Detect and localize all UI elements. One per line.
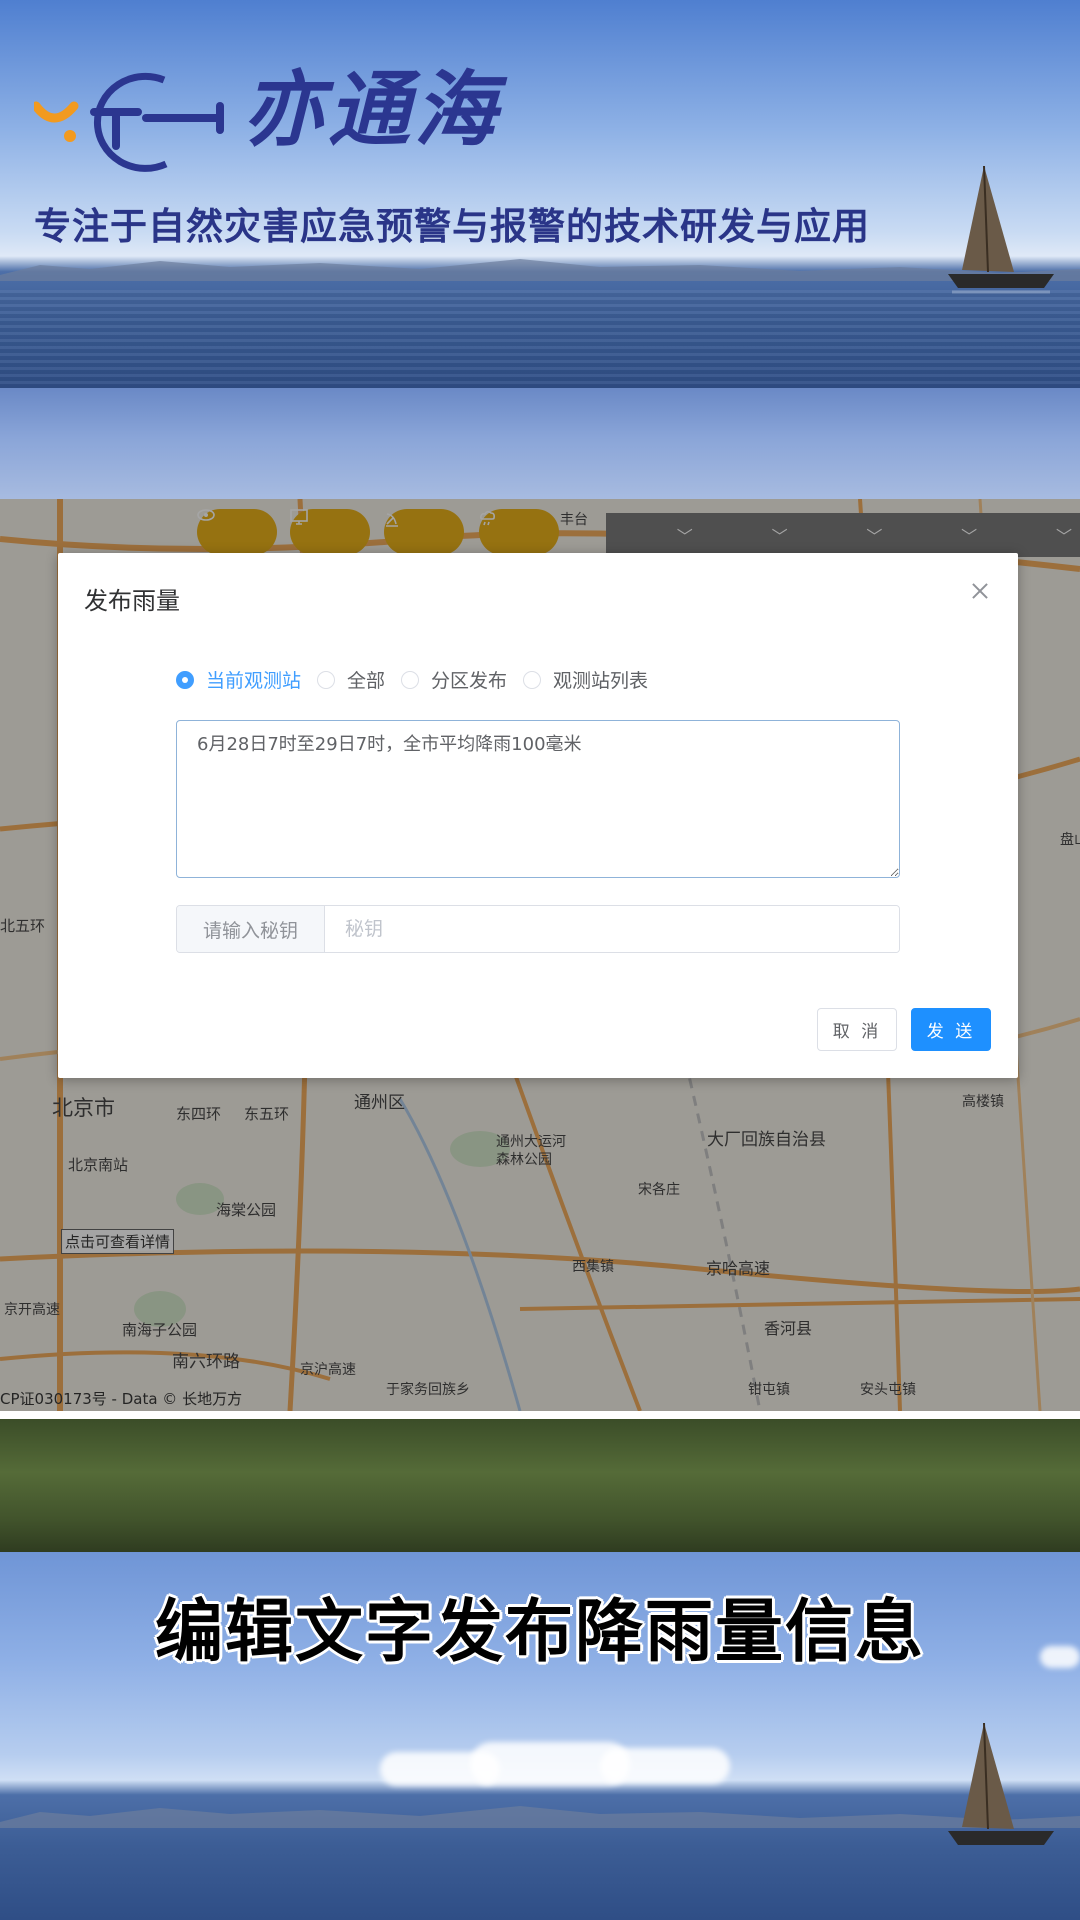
slogan: 专注于自然灾害应急预警与报警的技术研发与应用 [34, 205, 870, 248]
distant-hills [0, 1806, 1080, 1828]
radio-station-list[interactable]: 观测站列表 [523, 666, 648, 693]
radio-dot [401, 670, 420, 689]
bottom-banner: 编辑文字发布降雨量信息 [0, 1552, 1080, 1920]
radio-dot [523, 670, 542, 689]
secret-key-input-group: 请输入秘钥 [176, 905, 900, 953]
sailboat-image [948, 165, 1054, 294]
blurred-video-strip [0, 1419, 1080, 1552]
ytc-logo-icon [34, 72, 224, 172]
radio-all[interactable]: 全部 [317, 666, 385, 693]
radio-by-district[interactable]: 分区发布 [401, 666, 507, 693]
message-textarea[interactable] [176, 720, 900, 878]
brand-name: 亦通海 [242, 63, 500, 158]
radio-label: 分区发布 [431, 670, 508, 692]
radio-label: 当前观测站 [206, 670, 302, 692]
radio-dot [176, 670, 194, 689]
radio-current-station[interactable]: 当前观测站 [176, 666, 301, 693]
sea-surface [0, 290, 1080, 388]
radio-label: 全部 [347, 670, 386, 692]
cloud [600, 1748, 730, 1784]
distant-hills [0, 259, 1080, 281]
close-icon[interactable] [970, 581, 990, 601]
cancel-button[interactable]: 取 消 [817, 1008, 897, 1051]
publish-rainfall-dialog: 发布雨量 当前观测站 全部 分区发布 观测站列表 请输入秘钥 取 消 发 送 [58, 553, 1018, 1078]
top-banner: 亦通海 专注于自然灾害应急预警与报警的技术研发与应用 [0, 0, 1080, 388]
secret-key-input[interactable] [325, 906, 899, 952]
radio-label: 观测站列表 [553, 670, 649, 692]
send-button[interactable]: 发 送 [911, 1008, 991, 1051]
publish-scope-radio-group: 当前观测站 全部 分区发布 观测站列表 [176, 666, 664, 693]
video-caption: 编辑文字发布降雨量信息 [154, 1593, 925, 1672]
blurred-banner-strip [0, 388, 1080, 499]
dialog-title: 发布雨量 [84, 587, 180, 615]
secret-key-prepend: 请输入秘钥 [177, 906, 325, 952]
radio-dot [317, 670, 336, 689]
sailboat-image [948, 1722, 1054, 1845]
divider [0, 1411, 1080, 1419]
